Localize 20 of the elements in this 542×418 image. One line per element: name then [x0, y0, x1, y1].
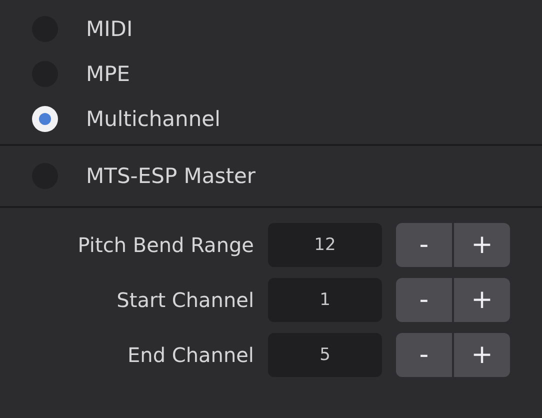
value-field[interactable]: 12 — [268, 223, 382, 267]
radio-label: MIDI — [86, 17, 133, 41]
increment-button[interactable]: + — [454, 278, 510, 322]
value-field[interactable]: 5 — [268, 333, 382, 377]
decrement-button[interactable]: - — [396, 278, 452, 322]
radio-label: MPE — [86, 62, 130, 86]
setting-label: Start Channel — [116, 288, 255, 312]
radio-option[interactable]: MIDI — [32, 16, 133, 42]
increment-button[interactable]: + — [454, 333, 510, 377]
decrement-button[interactable]: - — [396, 223, 452, 267]
radio-option[interactable]: Multichannel — [32, 106, 220, 132]
setting-label: Pitch Bend Range — [76, 233, 255, 257]
value-field[interactable]: 1 — [268, 278, 382, 322]
radio-button[interactable] — [32, 106, 58, 132]
decrement-button[interactable]: - — [396, 333, 452, 377]
setting-label: End Channel — [126, 343, 255, 367]
radio-label: Multichannel — [86, 107, 220, 131]
radio-option[interactable]: MPE — [32, 61, 130, 87]
radio-label: MTS-ESP Master — [86, 164, 256, 188]
increment-button[interactable]: + — [454, 223, 510, 267]
